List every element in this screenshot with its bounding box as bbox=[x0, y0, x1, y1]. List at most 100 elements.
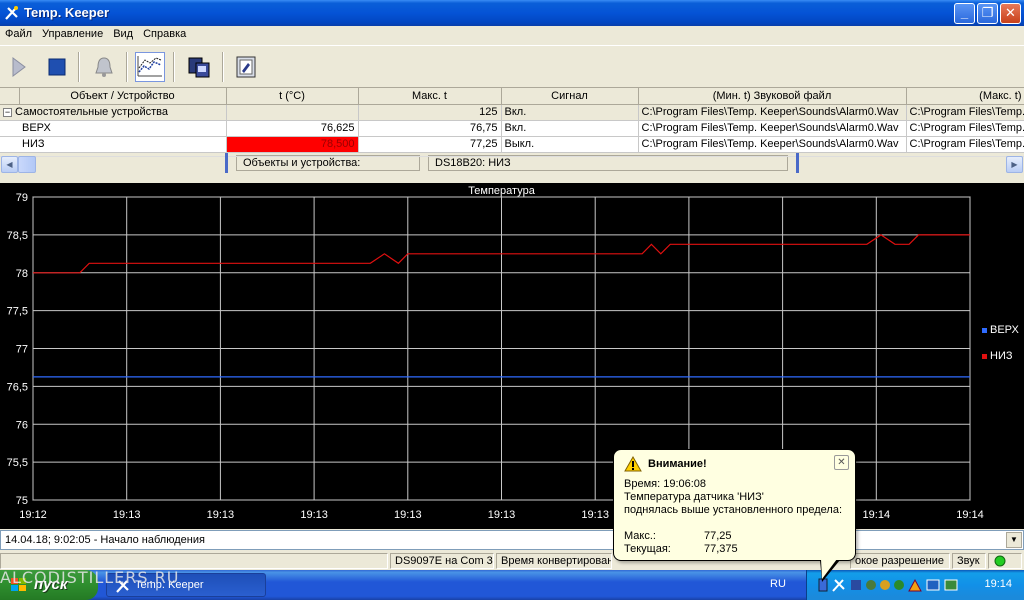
start-button[interactable] bbox=[4, 52, 34, 82]
scroll-right-button[interactable]: ▶ bbox=[1006, 156, 1023, 173]
status-port: DS9097E на Com 3 bbox=[390, 553, 494, 569]
column-header-sound-max[interactable]: (Макс. t) bbox=[906, 88, 1024, 105]
expand-column-header bbox=[0, 88, 20, 105]
devices-button[interactable] bbox=[184, 52, 214, 82]
table-row[interactable]: ВЕРХ 76,625 76,75 Вкл. C:\Program Files\… bbox=[0, 120, 1024, 137]
signal-cell: Выкл. bbox=[501, 136, 639, 153]
language-indicator[interactable]: RU bbox=[770, 578, 786, 590]
status-indicator bbox=[988, 553, 1022, 569]
balloon-time: Время: 19:06:08 bbox=[624, 478, 707, 490]
alert-balloon[interactable]: Внимание! ✕ Время: 19:06:08 Температура … bbox=[613, 449, 856, 582]
legend-label: НИЗ bbox=[990, 350, 1013, 362]
grid-header-row: Объект / Устройство t (°C) Макс. t Сигна… bbox=[0, 88, 1024, 105]
device-grid: Объект / Устройство t (°C) Макс. t Сигна… bbox=[0, 87, 1024, 153]
app-icon bbox=[5, 6, 18, 20]
warning-icon bbox=[624, 456, 642, 472]
y-tick-label: 78 bbox=[16, 268, 28, 280]
chart-icon bbox=[137, 56, 162, 77]
legend-swatch bbox=[982, 354, 987, 359]
menu-control[interactable]: Управление bbox=[37, 26, 108, 42]
balloon-max-value: 77,25 bbox=[704, 530, 732, 542]
column-header-object[interactable]: Объект / Устройство bbox=[19, 88, 227, 105]
column-header-temperature[interactable]: t (°C) bbox=[226, 88, 359, 105]
status-panel-empty bbox=[0, 553, 388, 569]
close-button[interactable]: ✕ bbox=[1000, 3, 1021, 24]
splitter-handle[interactable] bbox=[225, 153, 228, 173]
stop-icon bbox=[48, 58, 66, 76]
log-dropdown-button[interactable]: ▼ bbox=[1006, 532, 1022, 548]
x-tick-label: 19:13 bbox=[488, 509, 516, 521]
scroll-left-button[interactable]: ◀ bbox=[1, 156, 18, 173]
max-cell: 125 bbox=[358, 104, 502, 121]
balloon-message-line2: поднялась выше установленного предела: bbox=[624, 504, 843, 516]
minimize-button[interactable]: _ bbox=[954, 3, 975, 24]
column-header-sound-min[interactable]: (Мин. t) Звуковой файл bbox=[638, 88, 907, 105]
balloon-current-label: Текущая: bbox=[624, 543, 671, 555]
table-row[interactable]: НИЗ 78,500 77,25 Выкл. C:\Program Files\… bbox=[0, 136, 1024, 153]
y-tick-label: 77 bbox=[16, 344, 28, 356]
y-tick-label: 75 bbox=[16, 495, 28, 507]
column-header-signal[interactable]: Сигнал bbox=[501, 88, 639, 105]
menu-view[interactable]: Вид bbox=[108, 26, 138, 42]
menu-help[interactable]: Справка bbox=[138, 26, 191, 42]
column-header-max[interactable]: Макс. t bbox=[358, 88, 502, 105]
balloon-max-label: Макс.: bbox=[624, 530, 656, 542]
sound-file-min-cell: C:\Program Files\Temp. Keeper\Sounds\Ala… bbox=[638, 120, 907, 137]
stop-button[interactable] bbox=[42, 52, 72, 82]
alarm-button[interactable] bbox=[89, 52, 119, 82]
splitter-handle[interactable] bbox=[796, 153, 799, 173]
balloon-message-line1: Температура датчика 'НИЗ' bbox=[624, 491, 764, 503]
watermark-text: ALCODISTILLERS.RU bbox=[0, 568, 180, 587]
table-row[interactable]: − Самостоятельные устройства 125 Вкл. C:\… bbox=[0, 104, 1024, 121]
status-sound: Звук bbox=[952, 553, 986, 569]
green-led-icon bbox=[994, 555, 1006, 567]
settings-button[interactable] bbox=[231, 52, 261, 82]
balloon-close-button[interactable]: ✕ bbox=[834, 455, 849, 470]
x-tick-label: 19:13 bbox=[581, 509, 609, 521]
sound-file-max-cell: C:\Program Files\Temp. bbox=[906, 120, 1024, 137]
y-tick-label: 76,5 bbox=[7, 381, 28, 393]
signal-cell: Вкл. bbox=[501, 120, 639, 137]
menu-file[interactable]: Файл bbox=[0, 26, 37, 42]
maximize-button[interactable]: ❐ bbox=[977, 3, 998, 24]
collapse-icon[interactable]: − bbox=[3, 107, 12, 117]
y-tick-label: 77,5 bbox=[7, 306, 28, 318]
scroll-thumb[interactable] bbox=[18, 156, 36, 173]
sound-file-max-cell: C:\Program Files\Temp. bbox=[906, 104, 1024, 121]
x-tick-label: 19:13 bbox=[113, 509, 141, 521]
temperature-chart[interactable]: 75 75,5 76 76,5 77 77,5 78 78,5 79 19:12 19:13 19:1… bbox=[0, 183, 1024, 529]
status-conversion: Время конвертирования bbox=[496, 553, 612, 569]
sound-file-min-cell: C:\Program Files\Temp. Keeper\Sounds\Ala… bbox=[638, 136, 907, 153]
event-log[interactable]: 14.04.18; 9:02:05 - Начало наблюдения ▼ bbox=[0, 530, 1024, 550]
chart-svg: 75 75,5 76 76,5 77 77,5 78 78,5 79 19:12 19:13 19:1… bbox=[7, 185, 1020, 521]
clock[interactable]: 19:14 bbox=[984, 578, 1012, 590]
chart-title: Температура bbox=[468, 185, 536, 197]
status-resolution: окое разрешение bbox=[850, 553, 950, 569]
title-bar[interactable]: Temp. Keeper _ ❐ ✕ bbox=[0, 0, 1024, 26]
legend-label: ВЕРХ bbox=[990, 324, 1020, 336]
y-tick-label: 76 bbox=[16, 419, 28, 431]
settings-icon bbox=[236, 56, 256, 78]
sound-file-min-cell: C:\Program Files\Temp. Keeper\Sounds\Ala… bbox=[638, 104, 907, 121]
devices-icon bbox=[188, 57, 210, 78]
y-tick-label: 79 bbox=[16, 192, 28, 204]
horizontal-scrollbar[interactable] bbox=[0, 156, 1024, 173]
device-name: Самостоятельные устройства bbox=[15, 106, 168, 118]
temperature-cell bbox=[226, 104, 359, 121]
balloon-title: Внимание! bbox=[648, 458, 707, 470]
device-name: ВЕРХ bbox=[0, 120, 227, 137]
chart-button[interactable] bbox=[135, 52, 165, 82]
toolbar bbox=[0, 45, 1024, 87]
x-tick-label: 19:13 bbox=[207, 509, 235, 521]
temperature-cell: 76,625 bbox=[226, 120, 359, 137]
y-tick-label: 75,5 bbox=[7, 457, 28, 469]
max-cell: 77,25 bbox=[358, 136, 502, 153]
bell-icon bbox=[95, 57, 113, 77]
max-cell: 76,75 bbox=[358, 120, 502, 137]
menu-bar: Файл Управление Вид Справка bbox=[0, 26, 1024, 44]
window-title: Temp. Keeper bbox=[24, 5, 110, 20]
legend-swatch bbox=[982, 328, 987, 333]
device-name: НИЗ bbox=[0, 136, 227, 153]
play-icon bbox=[12, 57, 26, 77]
temperature-cell-alarm: 78,500 bbox=[226, 136, 359, 153]
